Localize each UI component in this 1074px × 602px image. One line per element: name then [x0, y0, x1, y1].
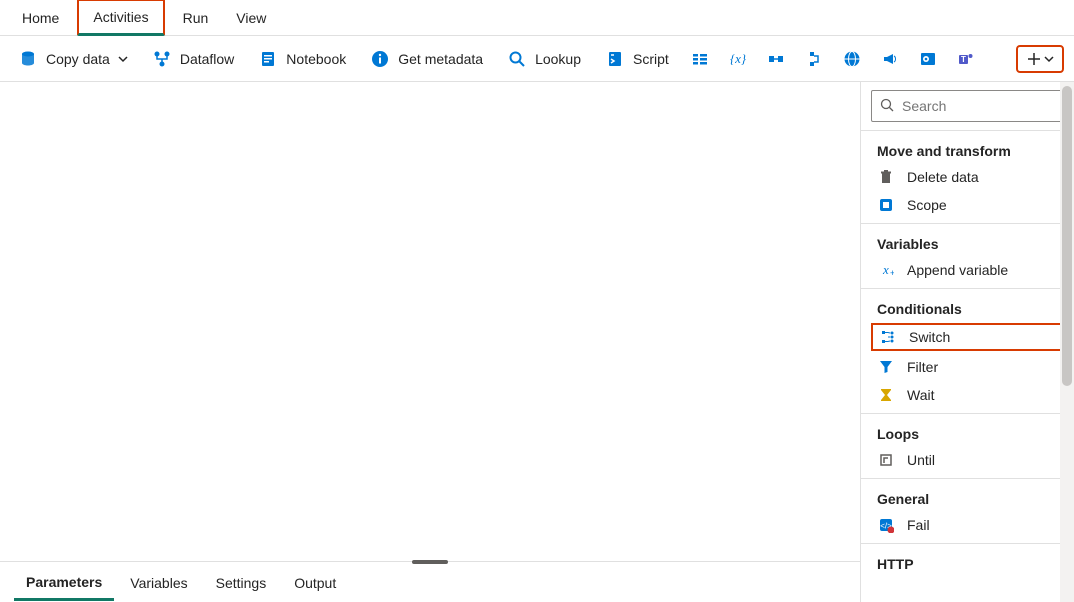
item-label: Scope [907, 197, 947, 213]
pipeline-canvas[interactable]: Parameters Variables Settings Output [0, 82, 860, 602]
add-activity-button[interactable] [1016, 45, 1064, 73]
bottom-tab-output[interactable]: Output [282, 567, 348, 599]
chevron-down-icon [118, 54, 128, 64]
search-input[interactable] [902, 98, 1074, 114]
info-icon [370, 49, 390, 69]
section-conditionals: Conditionals Switch Filter Wait [861, 288, 1074, 413]
globe-icon[interactable] [837, 44, 867, 74]
switch-icon [879, 329, 897, 345]
hourglass-icon [877, 387, 895, 403]
svg-text:{x}: {x} [730, 51, 747, 66]
variable-icon[interactable]: {x} [723, 44, 753, 74]
search-icon [507, 49, 527, 69]
bottom-tab-settings[interactable]: Settings [204, 567, 279, 599]
scrollbar[interactable] [1060, 82, 1074, 602]
main-area: Parameters Variables Settings Output Mov… [0, 82, 1074, 602]
section-http: HTTP [861, 543, 1074, 580]
tab-home[interactable]: Home [8, 2, 73, 34]
teams-icon[interactable]: T [951, 44, 981, 74]
megaphone-icon[interactable] [875, 44, 905, 74]
section-header: Variables [861, 228, 1074, 256]
section-loops: Loops Until [861, 413, 1074, 478]
section-general: General </> Fail [861, 478, 1074, 543]
item-scope[interactable]: Scope [861, 191, 1074, 219]
item-until[interactable]: Until [861, 446, 1074, 474]
copy-data-icon [18, 49, 38, 69]
section-header: Loops [861, 418, 1074, 446]
dataflow-label: Dataflow [180, 51, 234, 67]
item-label: Switch [909, 329, 950, 345]
tab-activities[interactable]: Activities [77, 0, 164, 36]
script-label: Script [633, 51, 669, 67]
svg-text:x: x [882, 262, 889, 277]
item-label: Delete data [907, 169, 979, 185]
scope-icon [877, 197, 895, 213]
get-metadata-button[interactable]: Get metadata [362, 45, 491, 73]
item-delete-data[interactable]: Delete data [861, 163, 1074, 191]
svg-text:T: T [961, 55, 966, 64]
copy-data-button[interactable]: Copy data [10, 45, 136, 73]
resize-handle[interactable] [412, 560, 448, 564]
scrollbar-thumb[interactable] [1062, 86, 1072, 386]
lookup-label: Lookup [535, 51, 581, 67]
toolbar-icon-4[interactable] [799, 44, 829, 74]
toolbar-icon-3[interactable] [761, 44, 791, 74]
section-header: HTTP [861, 548, 1074, 576]
svg-text:+: + [890, 268, 894, 278]
section-header: Conditionals [861, 293, 1074, 321]
activities-panel: Move and transform Delete data Scope Var… [860, 82, 1074, 602]
search-icon [880, 98, 894, 115]
get-metadata-label: Get metadata [398, 51, 483, 67]
lookup-button[interactable]: Lookup [499, 45, 589, 73]
chevron-down-icon [1044, 54, 1054, 64]
tab-run[interactable]: Run [169, 2, 223, 34]
item-label: Filter [907, 359, 938, 375]
append-variable-icon: x+ [877, 262, 895, 278]
item-fail[interactable]: </> Fail [861, 511, 1074, 539]
notebook-icon [258, 49, 278, 69]
item-label: Until [907, 452, 935, 468]
copy-data-label: Copy data [46, 51, 110, 67]
item-wait[interactable]: Wait [861, 381, 1074, 409]
fail-icon: </> [877, 517, 895, 533]
toolbar-icon-1[interactable] [685, 44, 715, 74]
dataflow-button[interactable]: Dataflow [144, 45, 242, 73]
top-tab-bar: Home Activities Run View [0, 0, 1074, 36]
search-field[interactable] [871, 90, 1064, 122]
script-icon [605, 49, 625, 69]
section-header: Move and transform [861, 135, 1074, 163]
item-switch[interactable]: Switch [871, 323, 1064, 351]
item-label: Wait [907, 387, 934, 403]
item-label: Fail [907, 517, 930, 533]
outlook-icon[interactable] [913, 44, 943, 74]
bottom-tab-bar: Parameters Variables Settings Output [0, 564, 348, 602]
notebook-label: Notebook [286, 51, 346, 67]
plus-icon [1026, 51, 1042, 67]
trash-icon [877, 169, 895, 185]
item-filter[interactable]: Filter [861, 353, 1074, 381]
item-append-variable[interactable]: x+ Append variable [861, 256, 1074, 284]
dataflow-icon [152, 49, 172, 69]
bottom-tab-parameters[interactable]: Parameters [14, 566, 114, 601]
bottom-tab-variables[interactable]: Variables [118, 567, 199, 599]
activities-toolbar: Copy data Dataflow Notebook Get metadata… [0, 36, 1074, 82]
tab-view[interactable]: View [222, 2, 280, 34]
notebook-button[interactable]: Notebook [250, 45, 354, 73]
section-header: General [861, 483, 1074, 511]
script-button[interactable]: Script [597, 45, 677, 73]
item-label: Append variable [907, 262, 1008, 278]
filter-icon [877, 359, 895, 375]
section-variables: Variables x+ Append variable [861, 223, 1074, 288]
section-move-transform: Move and transform Delete data Scope [861, 130, 1074, 223]
until-icon [877, 452, 895, 468]
